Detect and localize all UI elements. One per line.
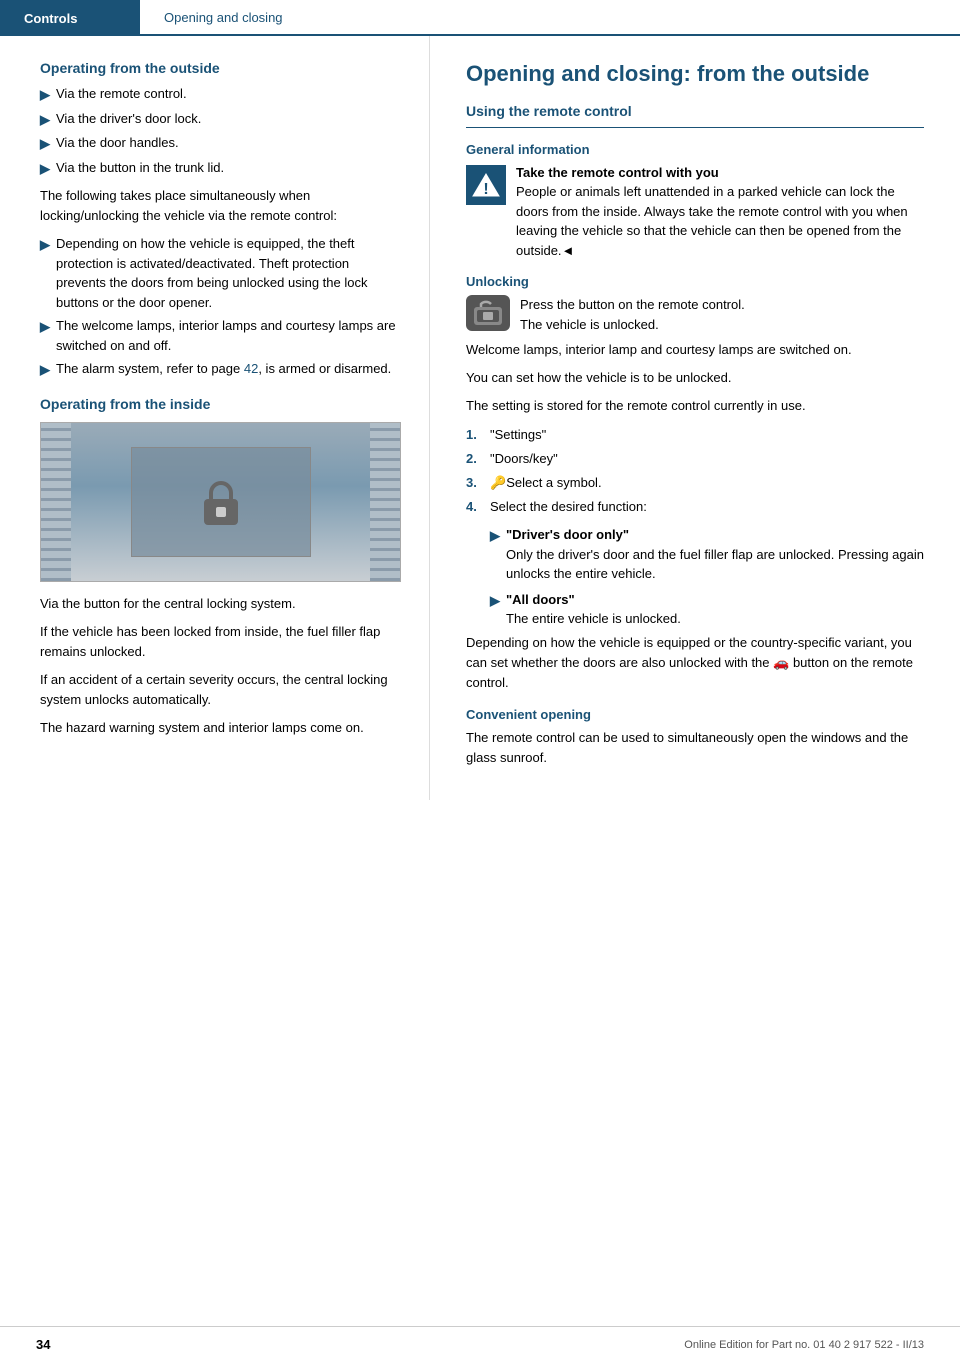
inside-para3: If an accident of a certain severity occ…: [40, 670, 401, 710]
alarm-text: The alarm system, refer to page 42, is a…: [56, 359, 391, 379]
warning-title: Take the remote control with you: [516, 165, 719, 180]
image-side-decoration-left: [41, 423, 71, 581]
section-operating-outside-heading: Operating from the outside: [40, 60, 401, 76]
left-column: Operating from the outside ▶ Via the rem…: [0, 36, 430, 800]
step-number: 2.: [466, 449, 484, 469]
bullet-arrow-icon: ▶: [40, 360, 50, 380]
remote-unlock-button-icon: [466, 295, 510, 331]
tab-controls-label: Controls: [24, 11, 77, 26]
image-side-decoration-right: [370, 423, 400, 581]
right-para3: The setting is stored for the remote con…: [466, 396, 924, 416]
right-para5: The remote control can be used to simult…: [466, 728, 924, 768]
right-para2: You can set how the vehicle is to be unl…: [466, 368, 924, 388]
list-item: ▶ "All doors" The entire vehicle is unlo…: [490, 590, 924, 629]
list-item: ▶ Via the remote control.: [40, 84, 401, 105]
page-footer: 34 Online Edition for Part no. 01 40 2 9…: [0, 1326, 960, 1362]
tab-opening-label: Opening and closing: [164, 10, 283, 25]
outside-para1: The following takes place simultaneously…: [40, 186, 401, 226]
warning-box: ! Take the remote control with you Peopl…: [466, 163, 924, 261]
warning-triangle-icon: !: [472, 171, 500, 199]
warning-body: People or animals left unattended in a p…: [516, 184, 908, 258]
unlock-icon: [472, 299, 504, 327]
page-link[interactable]: 42: [244, 361, 258, 376]
list-item: 1. "Settings": [466, 425, 924, 445]
list-item: 3. 🔑 Select a symbol.: [466, 473, 924, 493]
right-para1: Welcome lamps, interior lamp and courtes…: [466, 340, 924, 360]
unlock-text: Press the button on the remote control. …: [520, 295, 745, 334]
general-info-heading: General information: [466, 142, 924, 157]
list-item: ▶ Depending on how the vehicle is equipp…: [40, 234, 401, 312]
inside-para1: Via the button for the central locking s…: [40, 594, 401, 614]
list-item: 4. Select the desired function:: [466, 497, 924, 517]
image-center-box: [131, 447, 311, 557]
right-main-heading: Opening and closing: from the outside: [466, 60, 924, 89]
right-para4: Depending on how the vehicle is equipped…: [466, 633, 924, 693]
function-sub-bullets: ▶ "Driver's door only" Only the driver's…: [490, 525, 924, 629]
unlock-line2: The vehicle is unlocked.: [520, 317, 659, 332]
tab-controls[interactable]: Controls: [0, 0, 140, 36]
page-number: 34: [36, 1337, 50, 1352]
unlock-line1: Press the button on the remote control.: [520, 297, 745, 312]
bullet-arrow-icon: ▶: [40, 85, 50, 105]
list-item: ▶ The alarm system, refer to page 42, is…: [40, 359, 401, 380]
bullet-arrow-icon: ▶: [40, 235, 50, 255]
warning-text-content: Take the remote control with you People …: [516, 163, 924, 261]
convenient-opening-heading: Convenient opening: [466, 707, 924, 722]
step3-icon: 🔑: [490, 473, 506, 493]
main-content: Operating from the outside ▶ Via the rem…: [0, 36, 960, 800]
list-item: 2. "Doors/key": [466, 449, 924, 469]
central-locking-image: [40, 422, 401, 582]
svg-text:!: !: [483, 181, 488, 198]
list-item: ▶ Via the door handles.: [40, 133, 401, 154]
bullet-arrow-icon: ▶: [40, 159, 50, 179]
list-item: ▶ The welcome lamps, interior lamps and …: [40, 316, 401, 355]
step-number: 3.: [466, 473, 484, 493]
remote-car-icon: 🚗: [773, 655, 793, 670]
step-number: 1.: [466, 425, 484, 445]
section-divider: [466, 127, 924, 128]
list-item: ▶ Via the driver's door lock.: [40, 109, 401, 130]
tab-opening-closing[interactable]: Opening and closing: [140, 0, 960, 36]
list-item: ▶ "Driver's door only" Only the driver's…: [490, 525, 924, 584]
page-header: Controls Opening and closing: [0, 0, 960, 36]
list-item: ▶ Via the button in the trunk lid.: [40, 158, 401, 179]
bullet-arrow-icon: ▶: [40, 110, 50, 130]
lock-button-icon: [196, 477, 246, 527]
unlocking-heading: Unlocking: [466, 274, 924, 289]
step-number: 4.: [466, 497, 484, 517]
inside-para2: If the vehicle has been locked from insi…: [40, 622, 401, 662]
edition-text: Online Edition for Part no. 01 40 2 917 …: [684, 1339, 924, 1351]
bullet-arrow-icon: ▶: [40, 317, 50, 337]
right-column: Opening and closing: from the outside Us…: [430, 36, 960, 800]
outside-bullets2: ▶ Depending on how the vehicle is equipp…: [40, 234, 401, 380]
bullet-arrow-icon: ▶: [40, 134, 50, 154]
unlock-button-row: Press the button on the remote control. …: [466, 295, 924, 334]
right-section1-heading: Using the remote control: [466, 103, 924, 119]
warning-icon: !: [466, 165, 506, 205]
bullet-arrow-icon: ▶: [490, 526, 500, 546]
section-operating-inside-heading: Operating from the inside: [40, 396, 401, 412]
settings-steps: 1. "Settings" 2. "Doors/key" 3. 🔑 Select…: [466, 425, 924, 518]
outside-bullets: ▶ Via the remote control. ▶ Via the driv…: [40, 84, 401, 178]
bullet-arrow-icon: ▶: [490, 591, 500, 611]
inside-para4: The hazard warning system and interior l…: [40, 718, 401, 738]
